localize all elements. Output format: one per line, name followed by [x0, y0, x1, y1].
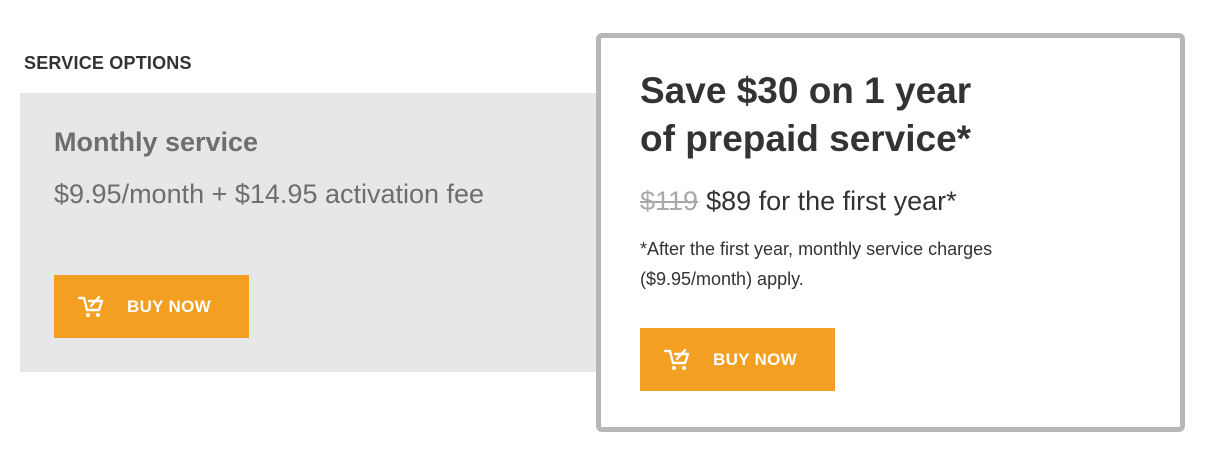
prepaid-new-price: $89 for the first year*	[706, 186, 957, 216]
monthly-service-price: $9.95/month + $14.95 activation fee	[54, 179, 485, 209]
prepaid-note-line-1: *After the first year, monthly service c…	[640, 239, 993, 259]
prepaid-price: $119 $89 for the first year*	[640, 186, 957, 217]
monthly-service-title: Monthly service	[54, 127, 259, 157]
prepaid-note-line-2: ($9.95/month) apply.	[640, 269, 804, 289]
prepaid-offer-title: Save $30 on 1 year of prepaid service*	[640, 67, 1160, 163]
prepaid-title-line-2: of prepaid service*	[640, 118, 972, 159]
prepaid-buy-now-label: BUY NOW	[713, 350, 797, 369]
cart-icon	[664, 348, 690, 370]
prepaid-offer-panel: Save $30 on 1 year of prepaid service* $…	[596, 33, 1185, 432]
prepaid-old-price: $119	[640, 186, 699, 216]
monthly-buy-now-label: BUY NOW	[127, 297, 211, 316]
prepaid-footnote: *After the first year, monthly service c…	[640, 234, 1060, 294]
prepaid-title-line-1: Save $30 on 1 year	[640, 70, 972, 111]
prepaid-buy-now-button[interactable]: BUY NOW	[640, 328, 835, 391]
monthly-buy-now-button[interactable]: BUY NOW	[54, 275, 249, 338]
service-options-page: SERVICE OPTIONS Monthly service $9.95/mo…	[0, 0, 1206, 461]
section-title: SERVICE OPTIONS	[24, 53, 192, 73]
cart-icon	[78, 295, 104, 317]
monthly-service-panel: Monthly service $9.95/month + $14.95 act…	[20, 93, 620, 372]
